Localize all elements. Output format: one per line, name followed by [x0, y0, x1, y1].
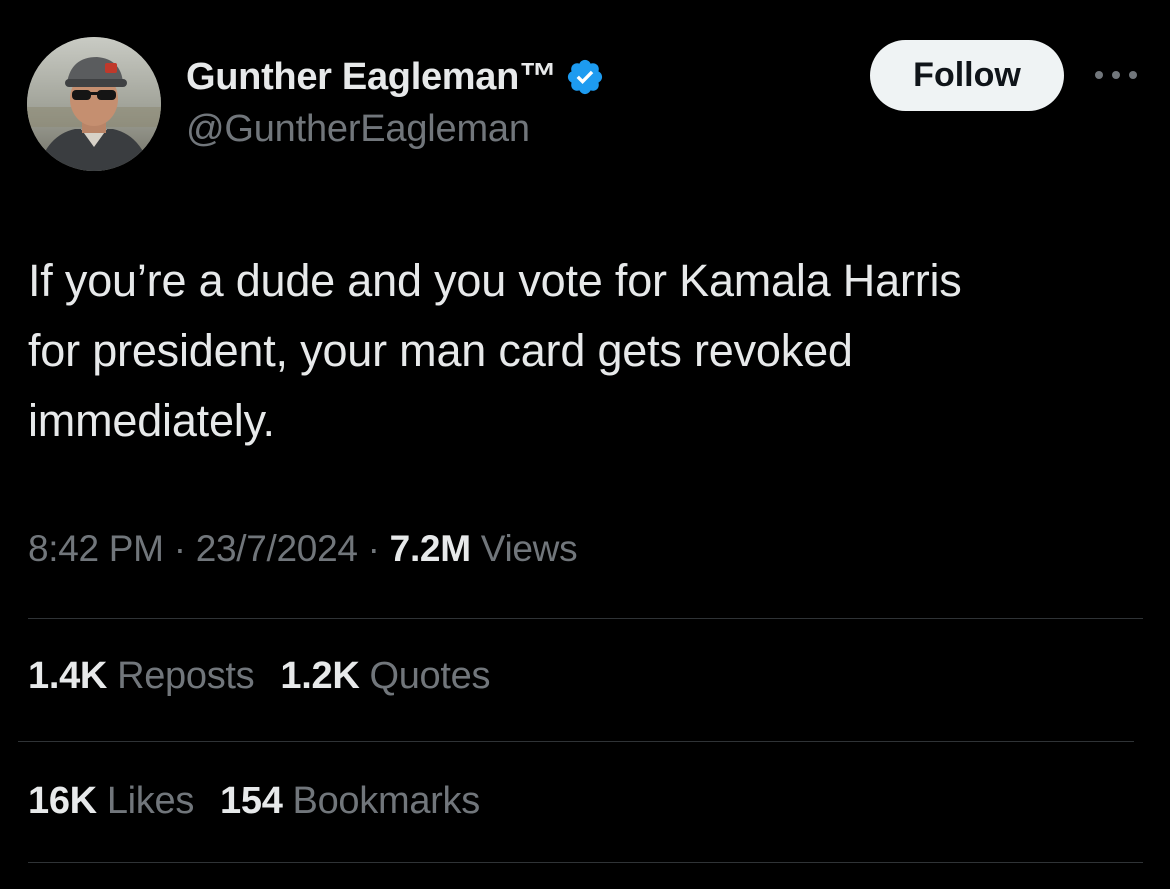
- avatar[interactable]: [27, 37, 161, 171]
- divider: [18, 741, 1134, 742]
- author-display-name[interactable]: Gunther Eagleman™: [186, 56, 557, 99]
- bookmarks-label: Bookmarks: [292, 780, 481, 822]
- meta-separator: ·: [173, 528, 186, 569]
- tweet-text: If you’re a dude and you vote for Kamala…: [28, 255, 962, 446]
- author-block: Gunther Eagleman™ @GuntherEagleman: [186, 52, 605, 151]
- avatar-photo: [27, 37, 161, 171]
- quotes-count: 1.2K: [280, 655, 360, 697]
- reposts-count: 1.4K: [28, 655, 108, 697]
- views-count[interactable]: 7.2M: [390, 528, 471, 570]
- tweet-date[interactable]: 23/7/2024: [196, 528, 358, 570]
- meta-separator: ·: [367, 528, 380, 569]
- engagement-row-reposts: 1.4K Reposts 1.2K Quotes: [28, 655, 516, 698]
- follow-button[interactable]: Follow: [870, 40, 1064, 111]
- divider: [28, 618, 1143, 619]
- views-label[interactable]: Views: [481, 528, 578, 570]
- verified-badge-icon[interactable]: [565, 57, 605, 97]
- more-options-icon[interactable]: [1090, 58, 1142, 92]
- tweet-detail: Gunther Eagleman™ @GuntherEagleman Follo…: [0, 0, 1170, 889]
- likes-stat[interactable]: 16K Likes: [28, 780, 194, 823]
- quotes-stat[interactable]: 1.2K Quotes: [280, 655, 490, 698]
- name-row: Gunther Eagleman™: [186, 52, 605, 102]
- tweet-time[interactable]: 8:42 PM: [28, 528, 164, 570]
- tweet-meta: 8:42 PM · 23/7/2024 · 7.2M Views: [28, 528, 578, 570]
- likes-label: Likes: [106, 780, 195, 822]
- bookmarks-stat[interactable]: 154 Bookmarks: [220, 780, 480, 823]
- divider: [28, 862, 1143, 863]
- quotes-label: Quotes: [369, 655, 491, 697]
- bookmarks-count: 154: [220, 780, 283, 822]
- reposts-label: Reposts: [117, 655, 255, 697]
- reposts-stat[interactable]: 1.4K Reposts: [28, 655, 255, 698]
- engagement-row-likes: 16K Likes 154 Bookmarks: [28, 780, 506, 823]
- likes-count: 16K: [28, 780, 97, 822]
- author-handle[interactable]: @GuntherEagleman: [186, 108, 605, 151]
